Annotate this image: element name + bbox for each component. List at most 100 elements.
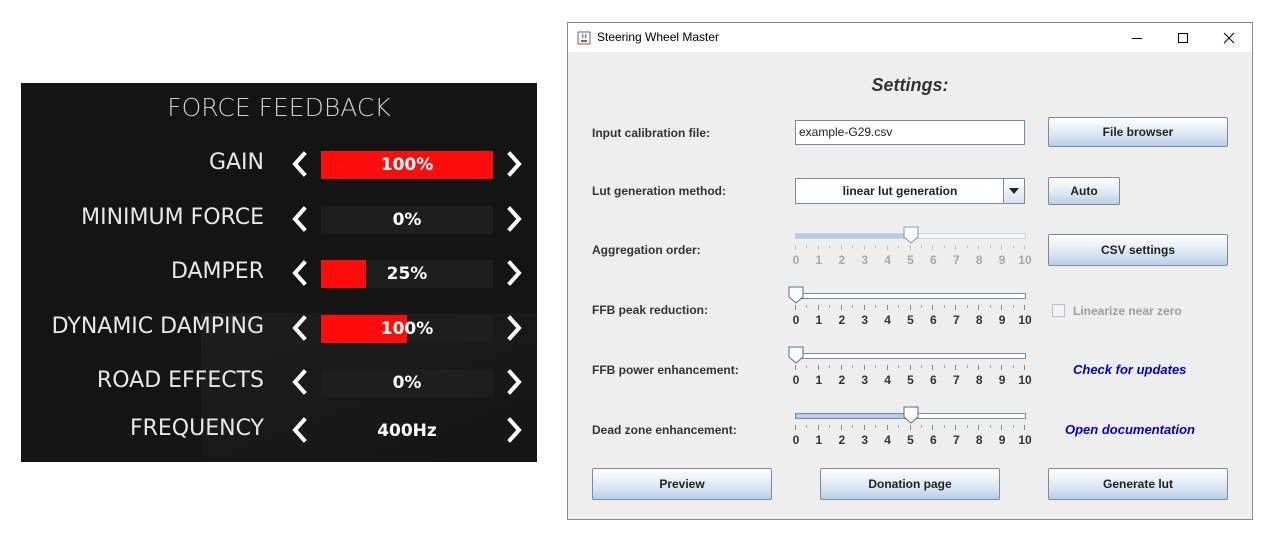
slider-tick-label: 0 [792, 313, 800, 327]
increase-button[interactable] [503, 367, 525, 397]
slider-tick [817, 425, 819, 430]
slider-tick-label: 10 [1018, 253, 1032, 267]
slider-tick [806, 245, 808, 248]
ffb-row: DAMPER 25% [21, 257, 537, 291]
increase-button[interactable] [503, 258, 525, 288]
slider-tick [898, 365, 900, 368]
power-enhancement-slider[interactable]: 0 1 2 3 4 5 6 7 8 9 10 [788, 346, 1032, 387]
slider-tick [920, 425, 922, 428]
chevron-right-icon [503, 415, 525, 445]
ffb-row-label: DAMPER [170, 259, 264, 284]
slider-tick [909, 305, 911, 310]
slider-thumb[interactable] [903, 406, 919, 424]
file-browser-button[interactable]: File browser [1048, 117, 1228, 147]
slider-tick-label: 0 [792, 373, 800, 387]
decrease-button[interactable] [289, 415, 311, 445]
slider-tick-label: 7 [952, 313, 960, 327]
auto-button[interactable]: Auto [1048, 177, 1120, 205]
preview-button[interactable]: Preview [592, 468, 772, 500]
dead-zone-slider[interactable]: 0 1 2 3 4 5 6 7 8 9 10 [793, 406, 1032, 447]
slider-tick [886, 245, 888, 250]
increase-button[interactable] [503, 204, 525, 234]
slider-ticks [795, 305, 1027, 311]
slider-tick-label: 4 [884, 373, 891, 387]
slider-tick [875, 365, 877, 368]
slider-tick-label: 1 [815, 313, 823, 327]
combo-arrow-button[interactable] [1003, 179, 1024, 203]
slider-tick-label: 8 [975, 433, 983, 447]
slider-tick [863, 245, 865, 250]
slider-tick [909, 365, 911, 370]
slider-ticks [795, 245, 1027, 251]
slider-thumb[interactable] [788, 346, 804, 364]
maximize-button[interactable] [1160, 23, 1206, 52]
slider-tick [909, 245, 911, 250]
minimize-icon [1132, 38, 1142, 39]
slider-tick [875, 245, 877, 248]
lut-method-select[interactable]: linear lut generation [795, 178, 1025, 204]
aggregation-label: Aggregation order: [592, 243, 701, 257]
slider-tick [989, 245, 991, 248]
minimize-button[interactable] [1114, 23, 1160, 52]
slider-tick-label: 9 [998, 373, 1006, 387]
slider-tick-label: 3 [861, 373, 869, 387]
slider-thumb[interactable] [788, 286, 804, 304]
slider-tick [1024, 425, 1025, 430]
slider-tick [886, 305, 888, 310]
slider-track[interactable] [795, 353, 1026, 359]
increase-button[interactable] [503, 149, 525, 179]
slider-tick [989, 305, 991, 308]
slider-tick-label: 6 [930, 253, 937, 267]
slider-tick-label: 3 [861, 433, 869, 447]
slider-tick-label: 0 [792, 433, 800, 447]
title-bar[interactable]: Steering Wheel Master [568, 23, 1252, 52]
slider-tick [989, 365, 991, 368]
ffb-row-label: GAIN [208, 150, 264, 175]
chevron-left-icon [289, 258, 311, 288]
peak-reduction-slider[interactable]: 0 1 2 3 4 5 6 7 8 9 10 [788, 286, 1032, 327]
chevron-left-icon [289, 313, 311, 343]
slider-tick-label: 8 [975, 373, 983, 387]
slider-tick [943, 365, 945, 368]
slider-tick [863, 365, 865, 370]
lut-method-label: Lut generation method: [592, 184, 726, 198]
slider-tick [1024, 245, 1025, 250]
csv-settings-button[interactable]: CSV settings [1048, 234, 1228, 266]
slider-tick [886, 425, 888, 430]
check-updates-link[interactable]: Check for updates [1073, 362, 1186, 377]
slider-tick [1001, 245, 1003, 250]
linearize-checkbox[interactable] [1052, 304, 1065, 317]
donation-page-button[interactable]: Donation page [820, 468, 1000, 500]
calibration-file-input[interactable]: example-G29.csv [795, 120, 1025, 145]
slider-tick [898, 305, 900, 308]
slider-tick [943, 245, 945, 248]
slider-thumb[interactable] [903, 226, 919, 244]
increase-button[interactable] [503, 313, 525, 343]
aggregation-slider[interactable]: 0 1 2 3 4 5 6 7 8 9 10 [793, 226, 1032, 267]
slider-tick [943, 425, 945, 428]
chevron-left-icon [289, 149, 311, 179]
decrease-button[interactable] [289, 367, 311, 397]
slider-tick [932, 245, 934, 250]
slider-ticks [795, 425, 1027, 431]
decrease-button[interactable] [289, 149, 311, 179]
decrease-button[interactable] [289, 258, 311, 288]
chevron-right-icon [503, 204, 525, 234]
close-button[interactable] [1206, 23, 1252, 52]
generate-lut-button[interactable]: Generate lut [1048, 468, 1228, 500]
open-documentation-link[interactable]: Open documentation [1065, 422, 1195, 437]
slider-tick [875, 305, 877, 308]
slider-tick-label: 7 [952, 373, 960, 387]
slider-tick-label: 7 [952, 433, 960, 447]
slider-tick [852, 305, 854, 308]
decrease-button[interactable] [289, 313, 311, 343]
slider-track[interactable] [795, 293, 1026, 299]
slider-tick-labels: 0 1 2 3 4 5 6 7 8 9 10 [793, 433, 1032, 447]
increase-button[interactable] [503, 415, 525, 445]
chevron-left-icon [289, 204, 311, 234]
chevron-down-icon [1009, 188, 1019, 194]
decrease-button[interactable] [289, 204, 311, 234]
slider-tick [863, 305, 865, 310]
slider-tick-label: 6 [930, 433, 937, 447]
slider-tick-label: 2 [838, 313, 846, 327]
